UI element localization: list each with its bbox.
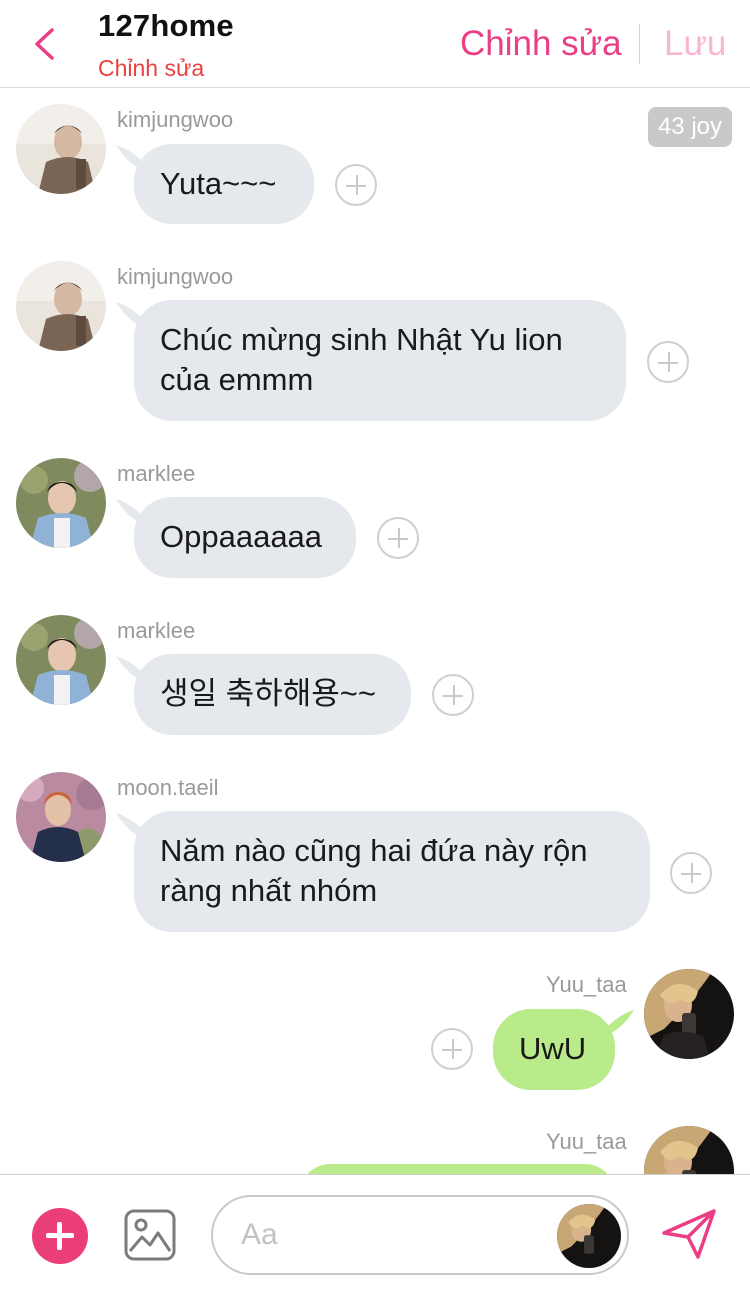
- avatar[interactable]: [16, 615, 106, 705]
- add-reaction-icon[interactable]: [670, 852, 712, 894]
- avatar[interactable]: [16, 261, 106, 351]
- edit-button[interactable]: Chỉnh sửa: [460, 24, 622, 64]
- back-chevron-icon[interactable]: [28, 26, 60, 62]
- avatar[interactable]: [16, 772, 106, 862]
- chat-header: 127home Chỉnh sửa Chỉnh sửa Lưu: [0, 0, 750, 88]
- message-input[interactable]: [241, 1215, 541, 1255]
- avatar[interactable]: [644, 1126, 734, 1174]
- message-bubble[interactable]: Năm nào cũng hai đứa này rộn ràng nhất n…: [134, 811, 650, 932]
- sticker-avatar-icon[interactable]: [557, 1204, 621, 1268]
- message-bubble[interactable]: UwU: [493, 1009, 615, 1090]
- add-reaction-icon[interactable]: [377, 517, 419, 559]
- send-paper-plane-icon[interactable]: [660, 1207, 718, 1261]
- composer-bar: [0, 1174, 750, 1294]
- add-reaction-icon[interactable]: [432, 674, 474, 716]
- sender-name: Yuu_taa: [546, 972, 627, 997]
- sender-name: moon.taeil: [117, 775, 219, 800]
- image-gallery-icon[interactable]: [124, 1209, 176, 1261]
- chat-area[interactable]: 43 joy kimjungwoo Yuta~~~ kimjungwoo Chú…: [0, 89, 750, 1174]
- sender-name: kimjungwoo: [117, 264, 234, 289]
- header-divider: [639, 24, 640, 64]
- message-line: ràng nhất nhóm: [160, 873, 378, 908]
- message-bubble[interactable]: Chúc mừng sinh Nhật Yu lion của emmm: [134, 300, 626, 421]
- add-reaction-icon[interactable]: [335, 164, 377, 206]
- avatar[interactable]: [16, 104, 106, 194]
- avatar[interactable]: [644, 969, 734, 1059]
- message-bubble[interactable]: [300, 1164, 615, 1174]
- add-reaction-icon[interactable]: [431, 1028, 473, 1070]
- joy-badge: 43 joy: [647, 107, 732, 147]
- add-plus-icon[interactable]: [32, 1208, 88, 1264]
- sender-name: kimjungwoo: [117, 107, 234, 132]
- message-line: Chúc mừng sinh Nhật Yu lion: [160, 322, 563, 357]
- chat-title: 127home: [98, 8, 234, 43]
- avatar[interactable]: [16, 458, 106, 548]
- message-bubble[interactable]: Oppaaaaaa: [134, 497, 356, 578]
- save-button[interactable]: Lưu: [664, 24, 726, 64]
- sender-name: marklee: [117, 461, 196, 486]
- message-bubble[interactable]: Yuta~~~: [134, 144, 314, 224]
- message-bubble[interactable]: 생일 축하해용~~: [134, 654, 411, 735]
- add-reaction-icon[interactable]: [647, 341, 689, 383]
- sender-name: Yuu_taa: [546, 1129, 627, 1154]
- sender-name: marklee: [117, 618, 196, 643]
- message-line: của emmm: [160, 362, 314, 397]
- chat-subtitle: Chỉnh sửa: [98, 55, 205, 81]
- message-input-wrapper[interactable]: [211, 1195, 629, 1275]
- message-line: Năm nào cũng hai đứa này rộn: [160, 833, 588, 868]
